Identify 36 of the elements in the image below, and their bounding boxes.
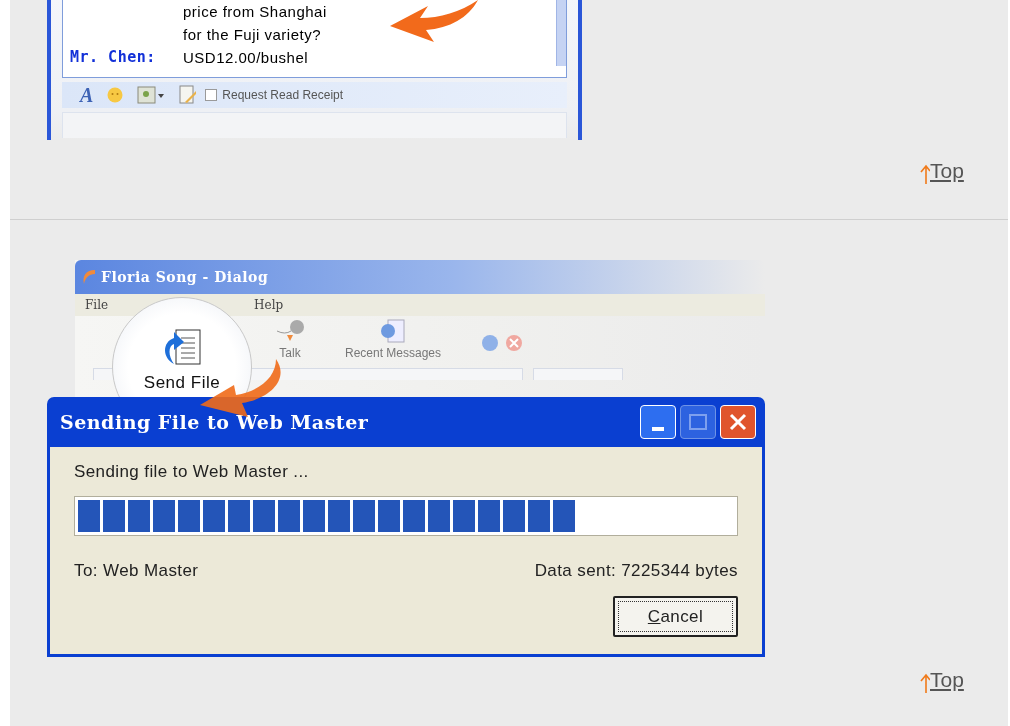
toolbar-label[interactable]: Send File: [143, 370, 221, 396]
document-icon: [378, 319, 408, 343]
close-icon: [505, 334, 524, 352]
status-text: Sending file to Web Master ...: [74, 461, 310, 483]
dialog-title: Sending File to Web Master: [60, 409, 370, 435]
image-icon[interactable]: [137, 86, 166, 104]
message-text: price from Shanghai: [183, 2, 327, 22]
data-sent-text: Data sent: 7225344 bytes: [534, 560, 738, 582]
top-link[interactable]: Top: [930, 158, 964, 184]
note-icon[interactable]: [179, 85, 198, 105]
minimize-button[interactable]: [640, 405, 676, 439]
toolbar-label[interactable]: Talk: [279, 344, 301, 362]
cancel-button[interactable]: Cancel: [613, 596, 738, 637]
top-link[interactable]: Top: [930, 667, 964, 693]
toolbar-label[interactable]: Recent Messages: [345, 344, 442, 362]
checkbox[interactable]: [205, 89, 218, 101]
help-icon: [481, 334, 500, 352]
recipient-text: To: Web Master: [74, 560, 199, 582]
menu-item[interactable]: File: [85, 296, 109, 314]
minimize-icon: [652, 427, 664, 431]
scrollbar: [556, 0, 566, 66]
font-button[interactable]: A: [80, 85, 94, 105]
sender-name: Mr. Chen:: [70, 47, 157, 68]
up-arrow-icon: [918, 164, 930, 184]
close-icon: [729, 413, 747, 431]
message-text: for the Fuji variety?: [183, 25, 322, 45]
close-button[interactable]: [720, 405, 756, 439]
arrow-icon: [390, 0, 480, 44]
window-title: Floria Song - Dialog: [101, 267, 269, 287]
menu-item[interactable]: Help: [254, 296, 284, 314]
maximize-icon: [689, 414, 707, 430]
maximize-button[interactable]: [680, 405, 716, 439]
up-arrow-icon: [918, 673, 930, 693]
checkbox-label: Request Read Receipt: [222, 87, 344, 104]
message-text: USD12.00/bushel: [183, 48, 309, 68]
smiley-icon[interactable]: [107, 87, 124, 103]
